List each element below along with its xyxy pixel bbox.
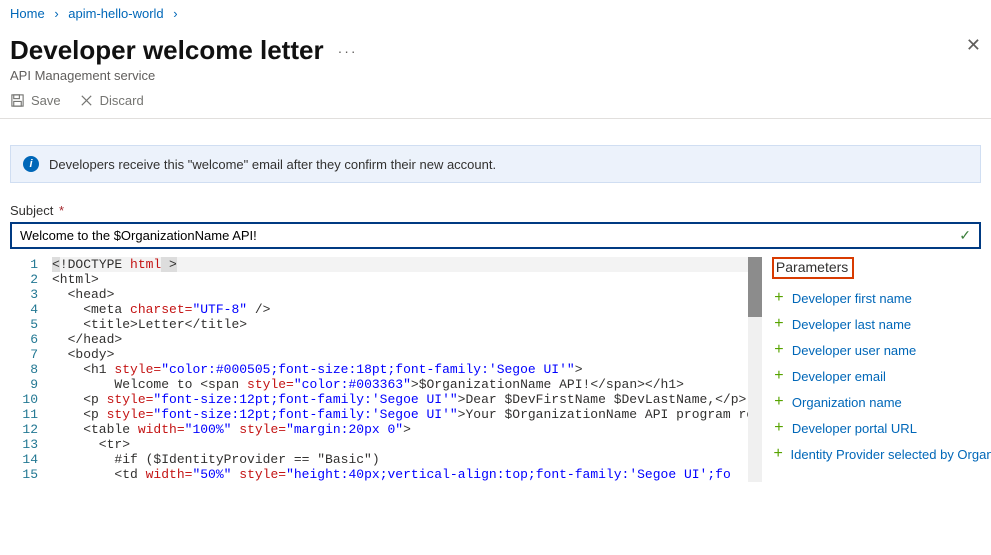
info-banner: i Developers receive this "welcome" emai…	[10, 145, 981, 183]
line-number: 2	[10, 272, 52, 287]
param-dev-email[interactable]: +Developer email	[772, 363, 991, 389]
plus-icon: +	[772, 445, 785, 463]
line-number: 13	[10, 437, 52, 452]
subject-input-wrap[interactable]: ✓	[10, 222, 981, 249]
plus-icon: +	[772, 419, 786, 437]
line-number: 5	[10, 317, 52, 332]
breadcrumb: Home › apim-hello-world ›	[0, 0, 991, 27]
discard-icon	[79, 93, 94, 108]
plus-icon: +	[772, 289, 786, 307]
breadcrumb-sep-icon: ›	[54, 6, 58, 21]
page-subtitle: API Management service	[10, 68, 981, 83]
scroll-thumb[interactable]	[748, 257, 762, 317]
code-editor[interactable]: 1<!DOCTYPE html > 2<html> 3 <head> 4 <me…	[10, 257, 762, 482]
parameters-panel: Parameters +Developer first name +Develo…	[762, 257, 991, 482]
breadcrumb-home[interactable]: Home	[10, 6, 45, 21]
line-number: 9	[10, 377, 52, 392]
line-number: 8	[10, 362, 52, 377]
plus-icon: +	[772, 367, 786, 385]
line-number: 3	[10, 287, 52, 302]
close-icon[interactable]: ✕	[966, 35, 981, 56]
param-identity-provider[interactable]: +Identity Provider selected by Organizat…	[772, 441, 991, 467]
discard-button[interactable]: Discard	[79, 93, 144, 108]
editor-scrollbar[interactable]	[748, 257, 762, 482]
param-dev-first-name[interactable]: +Developer first name	[772, 285, 991, 311]
line-number: 1	[10, 257, 52, 272]
breadcrumb-item[interactable]: apim-hello-world	[68, 6, 163, 21]
line-number: 11	[10, 407, 52, 422]
parameters-title: Parameters	[772, 257, 854, 279]
param-dev-user-name[interactable]: +Developer user name	[772, 337, 991, 363]
info-text: Developers receive this "welcome" email …	[49, 157, 496, 172]
save-label: Save	[31, 93, 61, 108]
save-button[interactable]: Save	[10, 93, 61, 108]
required-indicator: *	[59, 203, 64, 218]
param-dev-last-name[interactable]: +Developer last name	[772, 311, 991, 337]
page-title: Developer welcome letter	[10, 35, 324, 66]
valid-check-icon: ✓	[959, 227, 971, 244]
line-number: 4	[10, 302, 52, 317]
line-number: 6	[10, 332, 52, 347]
subject-input[interactable]	[20, 228, 959, 243]
param-org-name[interactable]: +Organization name	[772, 389, 991, 415]
line-number: 14	[10, 452, 52, 467]
subject-label: Subject *	[10, 203, 981, 218]
line-number: 15	[10, 467, 52, 482]
more-icon[interactable]: ···	[338, 43, 358, 59]
line-number: 7	[10, 347, 52, 362]
param-portal-url[interactable]: +Developer portal URL	[772, 415, 991, 441]
line-number: 10	[10, 392, 52, 407]
discard-label: Discard	[100, 93, 144, 108]
breadcrumb-sep-icon: ›	[173, 6, 177, 21]
plus-icon: +	[772, 341, 786, 359]
plus-icon: +	[772, 393, 786, 411]
plus-icon: +	[772, 315, 786, 333]
info-icon: i	[23, 156, 39, 172]
save-icon	[10, 93, 25, 108]
line-number: 12	[10, 422, 52, 437]
